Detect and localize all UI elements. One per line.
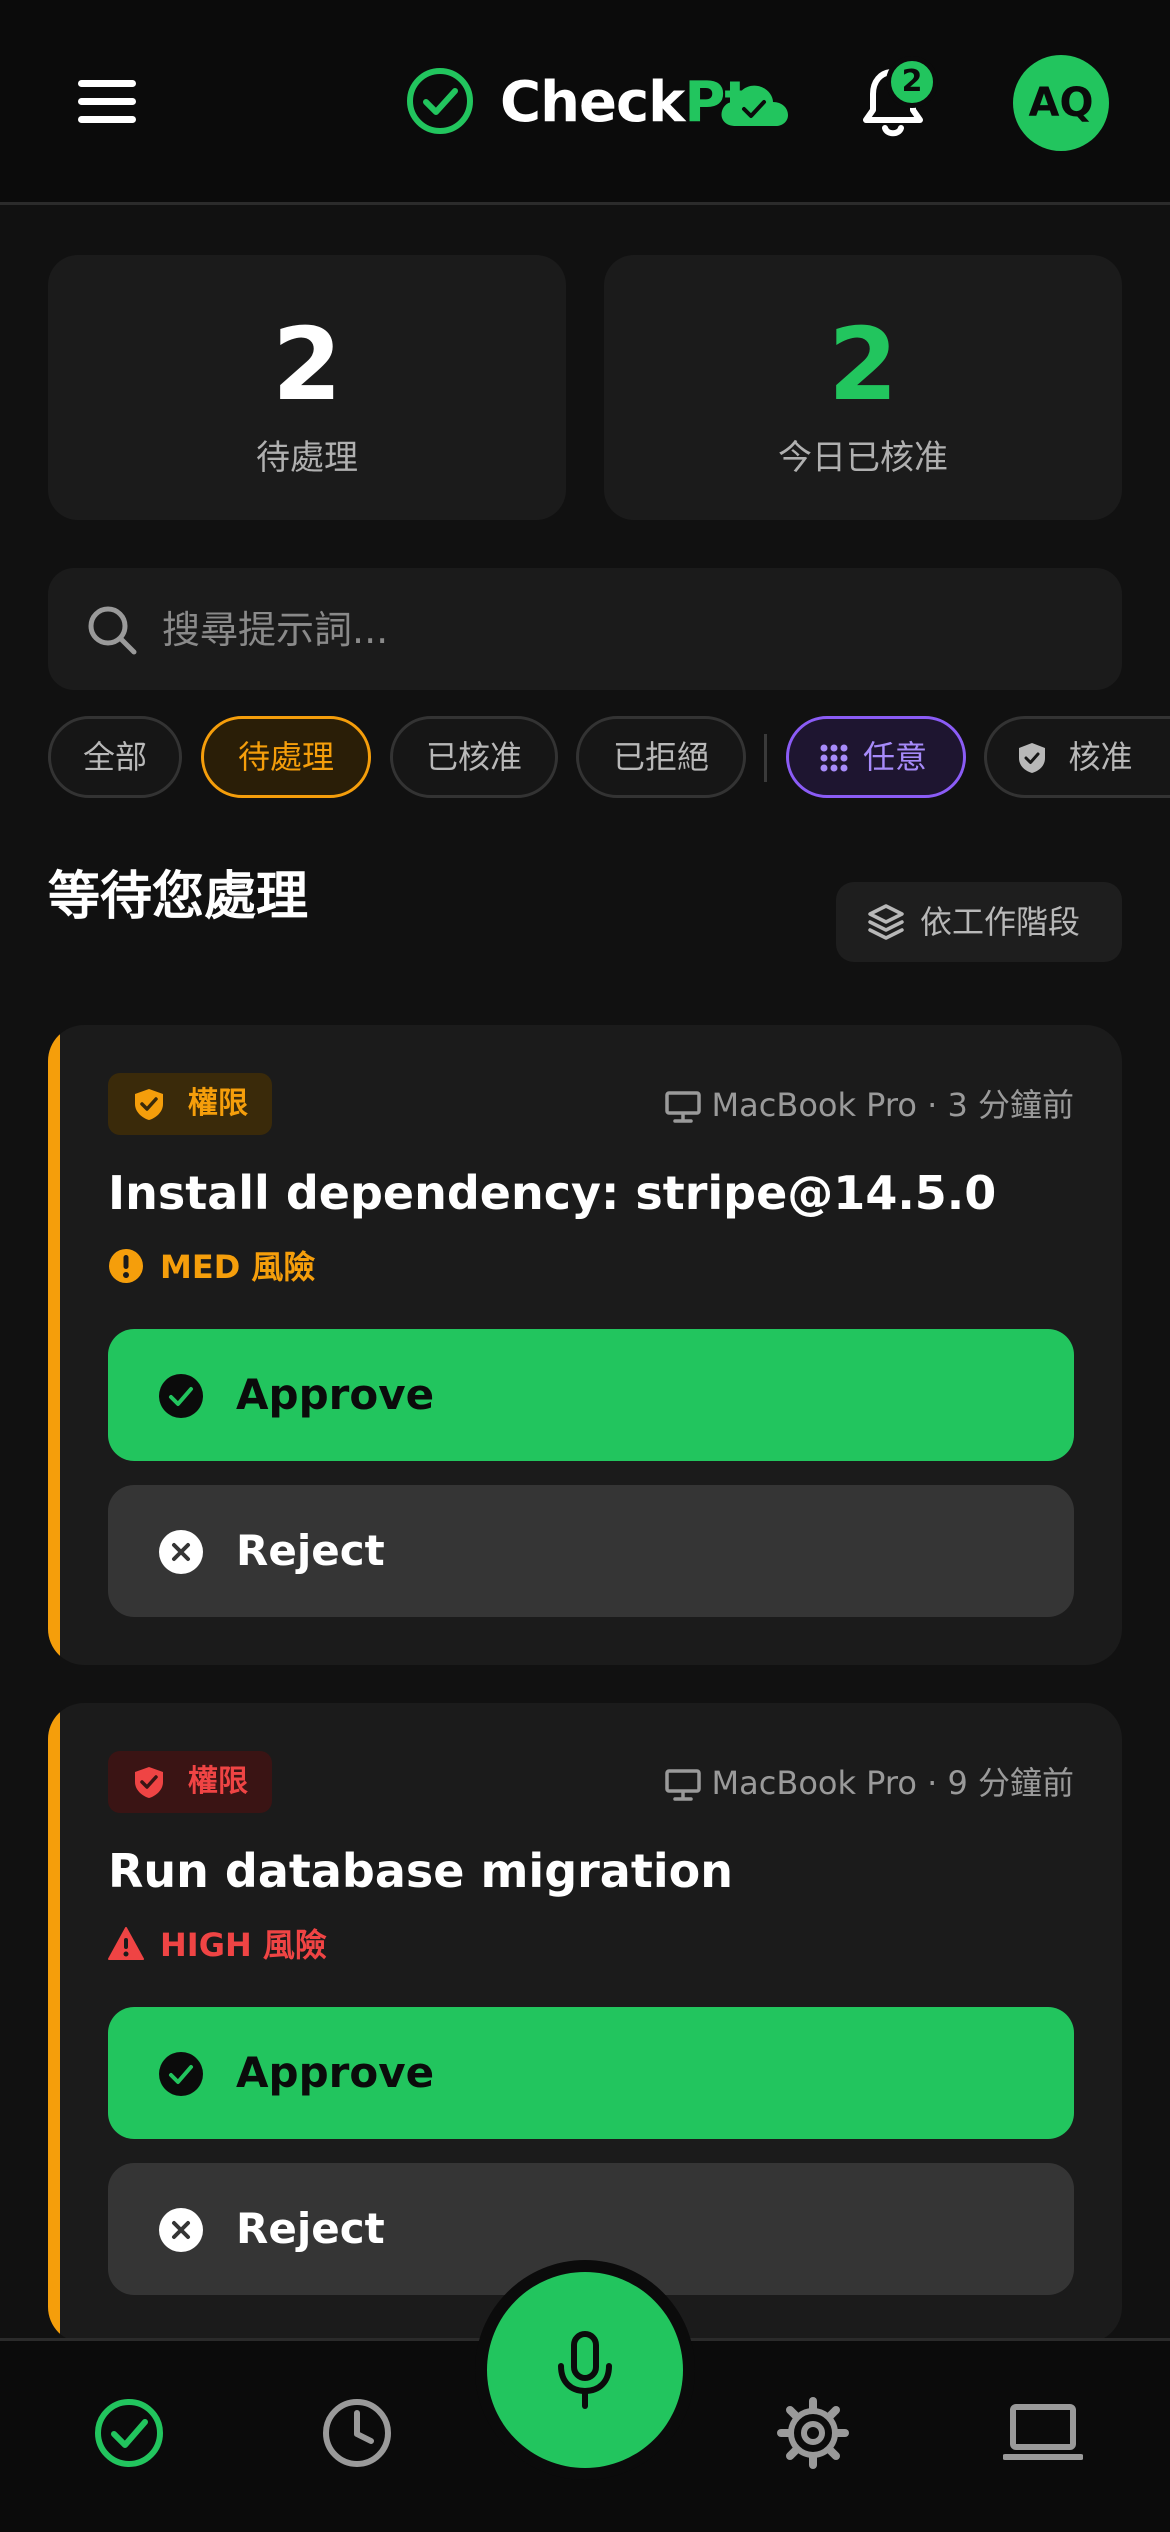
time-ago: 3 分鐘前 <box>947 1086 1074 1124</box>
card-accent-bar <box>48 1025 60 1665</box>
search-icon <box>88 606 137 655</box>
filter-chip-approve-mode[interactable]: 核准 <box>984 716 1170 798</box>
chip-divider <box>764 734 767 782</box>
nav-gear-icon[interactable] <box>775 2395 851 2471</box>
stat-approved-today: 2 今日已核准 <box>604 255 1122 520</box>
reject-label: Reject <box>236 1526 385 1575</box>
close-circle-icon <box>159 1530 203 1574</box>
meta-separator: · <box>916 1764 948 1802</box>
permission-tag: 權限 <box>108 1073 272 1135</box>
layers-icon <box>868 904 904 940</box>
check-circle-icon <box>159 1374 203 1418</box>
microphone-icon <box>558 2331 612 2409</box>
approve-label: Approve <box>236 2048 435 2097</box>
monitor-icon <box>664 1091 701 1123</box>
risk-level: MED 風險 <box>108 1243 315 1291</box>
request-card: 權限 MacBook Pro · 3 分鐘前 Install dependenc… <box>48 1025 1122 1665</box>
approve-button[interactable]: Approve <box>108 2007 1074 2139</box>
brand-check: Check <box>500 70 685 135</box>
nav-history-icon[interactable] <box>319 2395 395 2471</box>
stat-pending: 2 待處理 <box>48 255 566 520</box>
request-meta: MacBook Pro · 9 分鐘前 <box>664 1759 1074 1807</box>
cloud-check-icon <box>721 85 788 126</box>
stat-pending-count: 2 <box>272 306 342 423</box>
filter-chip-pending[interactable]: 待處理 <box>201 716 371 798</box>
request-card: 權限 MacBook Pro · 9 分鐘前 Run database migr… <box>48 1703 1122 2343</box>
shield-check-icon <box>135 1767 163 1798</box>
risk-label: MED 風險 <box>160 1248 316 1286</box>
filter-chip-approved[interactable]: 已核准 <box>390 716 558 798</box>
device-name: MacBook Pro <box>711 1086 917 1124</box>
shield-check-icon <box>1019 743 1045 773</box>
request-meta: MacBook Pro · 3 分鐘前 <box>664 1081 1074 1129</box>
notification-badge: 2 <box>886 56 938 108</box>
app-logo: CheckPt <box>500 66 751 140</box>
nav-checkpoint-icon[interactable] <box>91 2395 167 2471</box>
filter-chip-approve-label: 核准 <box>1068 738 1133 776</box>
stat-approved-label: 今日已核准 <box>778 438 948 478</box>
shield-check-icon <box>135 1089 163 1120</box>
time-ago: 9 分鐘前 <box>947 1764 1074 1802</box>
card-accent-bar <box>48 1703 60 2343</box>
reject-button[interactable]: Reject <box>108 1485 1074 1617</box>
close-circle-icon <box>159 2208 203 2252</box>
risk-level: HIGH 風險 <box>108 1921 327 1969</box>
filter-chip-any-label: 任意 <box>862 738 927 776</box>
permission-tag: 權限 <box>108 1751 272 1813</box>
request-title: Run database migration <box>108 1844 733 1898</box>
filter-chip-rejected[interactable]: 已拒絕 <box>576 716 746 798</box>
risk-label: HIGH 風險 <box>160 1926 327 1964</box>
filter-chip-all[interactable]: 全部 <box>48 716 182 798</box>
warning-circle-icon <box>109 1249 143 1283</box>
permission-tag-label: 權限 <box>188 1086 248 1121</box>
menu-icon[interactable] <box>78 78 138 126</box>
search-input[interactable] <box>160 596 1064 664</box>
group-by-session-label: 依工作階段 <box>920 903 1081 941</box>
nav-laptop-icon[interactable] <box>1003 2395 1083 2471</box>
monitor-icon <box>664 1769 701 1801</box>
check-circle-icon <box>159 2052 203 2096</box>
section-title: 等待您處理 <box>48 867 309 927</box>
group-by-session-button[interactable]: 依工作階段 <box>836 882 1122 962</box>
search-bar <box>48 568 1122 690</box>
voice-input-button[interactable] <box>487 2272 683 2468</box>
stat-pending-label: 待處理 <box>256 438 358 478</box>
grid-dots-icon <box>820 744 848 772</box>
request-title: Install dependency: stripe@14.5.0 <box>108 1166 997 1220</box>
stat-approved-count: 2 <box>828 306 898 423</box>
meta-separator: · <box>916 1086 948 1124</box>
permission-tag-label: 權限 <box>188 1764 248 1799</box>
approve-label: Approve <box>236 1370 435 1419</box>
check-circle-icon <box>407 68 473 134</box>
warning-triangle-icon <box>108 1927 144 1960</box>
approve-button[interactable]: Approve <box>108 1329 1074 1461</box>
reject-label: Reject <box>236 2204 385 2253</box>
filter-chip-any[interactable]: 任意 <box>786 716 966 798</box>
avatar[interactable]: AQ <box>1013 55 1109 151</box>
device-name: MacBook Pro <box>711 1764 917 1802</box>
